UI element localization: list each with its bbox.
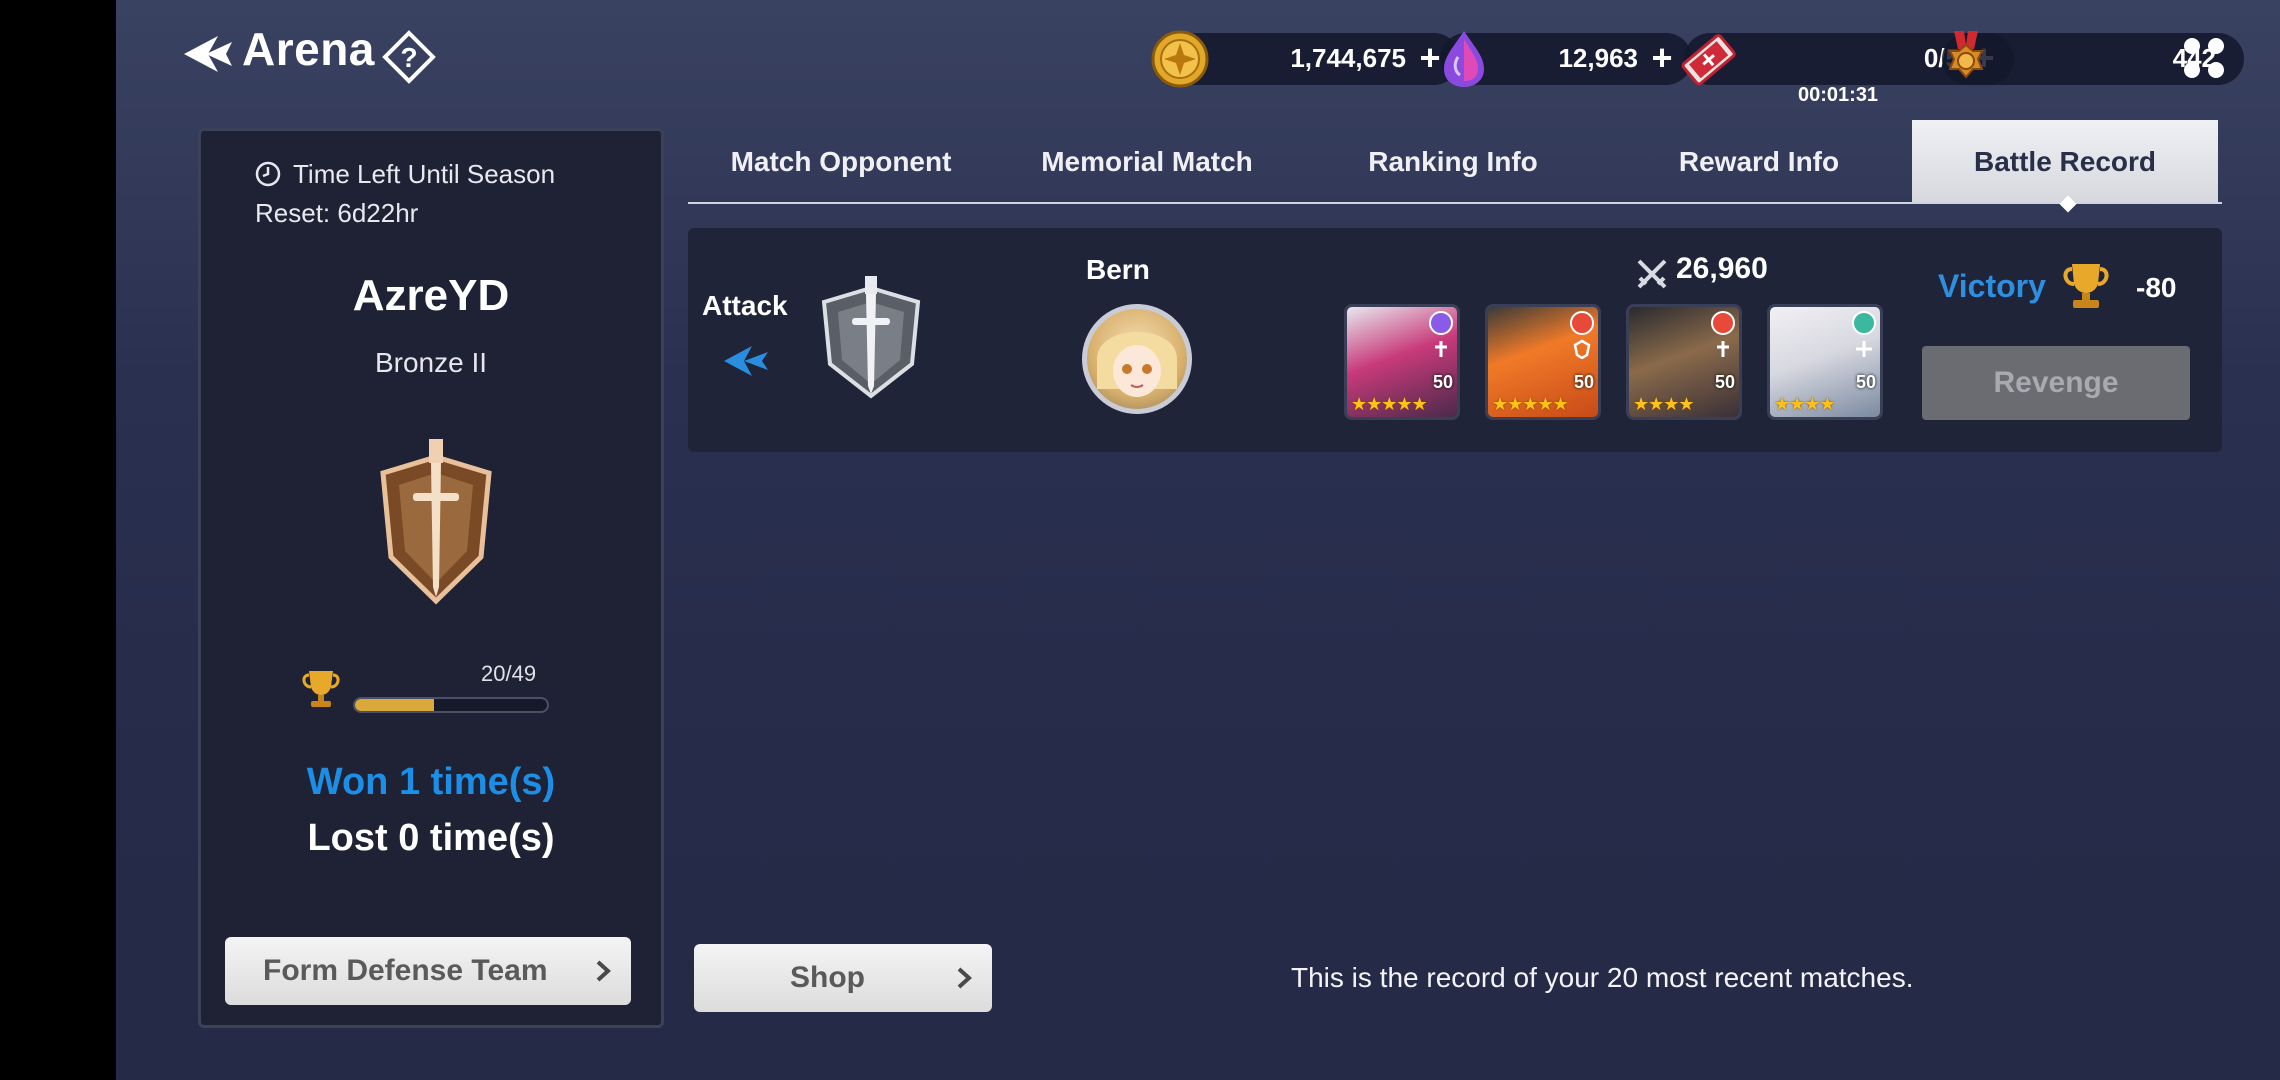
player-rank: Bronze II [374, 347, 488, 378]
player-name: AzreYD [352, 271, 510, 320]
opponent-avatar[interactable] [1082, 304, 1192, 414]
gold-coin-icon [1151, 30, 1209, 88]
arena-medal-icon [1948, 31, 1984, 79]
tab-battle-record[interactable]: Battle Record [1912, 120, 2218, 204]
hero-stars: ★★★★★ [1351, 394, 1428, 414]
element-icon [1852, 311, 1876, 335]
hero-stars: ★★★★★ [1492, 394, 1569, 414]
tab-memorial-match[interactable]: Memorial Match [994, 120, 1300, 204]
opponent-hero-2[interactable]: 50 ★★★★★ [1485, 304, 1601, 420]
role-icon [1573, 339, 1591, 359]
menu-dot-icon [2184, 62, 2200, 78]
shop-button[interactable]: Shop [694, 944, 992, 1012]
trophy-progress-bar [353, 697, 549, 713]
menu-dot-icon [2208, 62, 2224, 78]
record-limit-note: This is the record of your 20 most recen… [1291, 962, 1914, 993]
role-icon [1856, 341, 1872, 357]
crossed-swords-icon [1637, 259, 1667, 289]
arena-screen: Arena ? 1,744,675 + 12,963 + 0/5 [116, 0, 2280, 1080]
losses-count: Lost 0 time(s) [307, 817, 555, 859]
crystal-gem-icon [1444, 31, 1484, 87]
ticket-recharge-timer: 00:01:31 [1798, 84, 1879, 106]
player-arena-panel: Time Left Until Season Reset: 6d22hr Azr… [198, 128, 664, 1028]
element-icon [1429, 311, 1453, 335]
hero-level: 50 [1573, 372, 1594, 392]
arena-tabs: Match Opponent Memorial Match Ranking In… [688, 120, 2222, 204]
menu-dot-icon [2184, 38, 2200, 54]
opponent-hero-4[interactable]: 50 ★★★★ [1767, 304, 1883, 420]
menu-grid-button[interactable] [2182, 36, 2228, 82]
svg-text:?: ? [400, 42, 417, 73]
gold-currency: 1,744,675 + [1151, 30, 1460, 88]
back-arrow-icon [184, 36, 232, 72]
chevron-right-icon [596, 960, 611, 982]
back-button[interactable] [180, 26, 236, 82]
form-defense-team-button[interactable]: Form Defense Team [225, 937, 631, 1005]
add-gem-button[interactable]: + [1644, 39, 1680, 77]
gem-currency: 12,963 + [1440, 31, 1692, 87]
battle-record-row: Attack Bern 26,960 50 ★★★★★ 50 ★★★★★ 50 … [688, 228, 2222, 452]
bronze-rank-badge-icon [380, 439, 492, 605]
tabs-divider [688, 202, 2222, 204]
opponent-power: 26,960 [1676, 252, 1768, 285]
trophy-icon [2063, 264, 2109, 308]
trophy-progress-fill [355, 699, 434, 711]
gold-amount: 1,744,675 [1290, 43, 1406, 73]
page-title: Arena [242, 23, 375, 75]
battle-result: Victory [1938, 268, 2046, 304]
hero-level: 50 [1714, 372, 1735, 392]
hero-level: 50 [1855, 372, 1876, 392]
menu-dot-icon [2208, 38, 2224, 54]
element-icon [1570, 311, 1594, 335]
revenge-button[interactable]: Revenge [1922, 346, 2190, 420]
tab-ranking-info[interactable]: Ranking Info [1300, 120, 1606, 204]
season-timer: Time Left Until Season Reset: 6d22hr [255, 155, 635, 233]
role-icon [1435, 341, 1447, 357]
opponent-name: Bern [1086, 254, 1150, 285]
chevron-right-icon [957, 967, 972, 989]
hero-stars: ★★★★ [1633, 394, 1695, 414]
role-icon [1717, 341, 1729, 357]
opponent-hero-3[interactable]: 50 ★★★★ [1626, 304, 1742, 420]
arena-ticket-icon [1681, 34, 1736, 86]
trophy-progress-text: 20/49 [481, 661, 537, 686]
clock-icon [255, 161, 281, 187]
wins-count: Won 1 time(s) [306, 761, 556, 803]
shop-label: Shop [790, 961, 865, 994]
silver-rank-badge-icon [821, 276, 921, 399]
hero-level: 50 [1432, 372, 1453, 392]
trophy-icon [302, 671, 340, 707]
tab-match-opponent[interactable]: Match Opponent [688, 120, 994, 204]
hero-stars: ★★★★ [1774, 394, 1836, 414]
element-icon [1711, 311, 1735, 335]
opponent-hero-1[interactable]: 50 ★★★★★ [1344, 304, 1460, 420]
trophy-points-change: -80 [2136, 272, 2177, 303]
record-type-label: Attack [702, 290, 788, 321]
avatar-portrait-icon [1097, 332, 1177, 397]
gem-amount: 12,963 [1558, 43, 1638, 73]
help-icon[interactable]: ? [382, 30, 436, 84]
form-defense-team-label: Form Defense Team [263, 954, 548, 987]
attack-arrow-icon [724, 346, 768, 376]
tab-reward-info[interactable]: Reward Info [1606, 120, 1912, 204]
season-timer-text: Time Left Until Season Reset: 6d22hr [255, 159, 556, 228]
